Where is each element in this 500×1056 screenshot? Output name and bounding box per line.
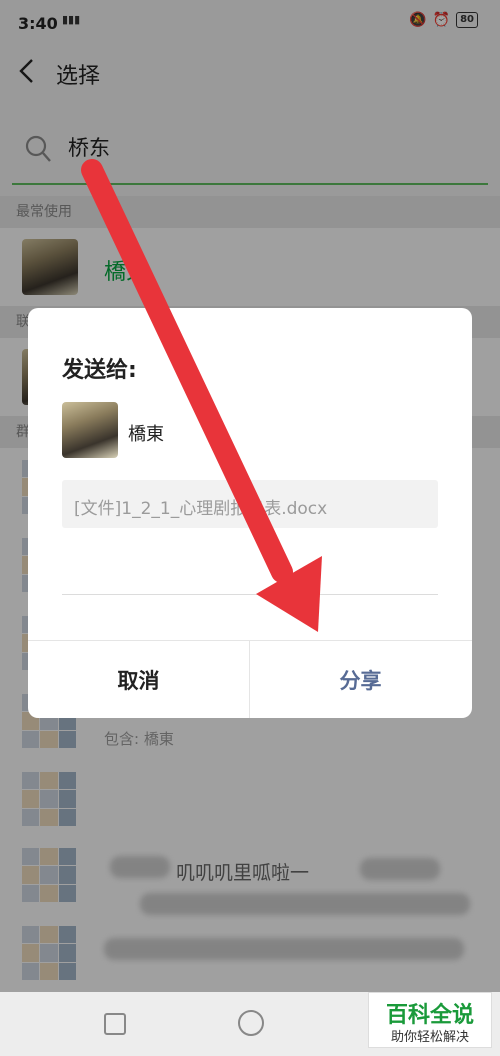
dialog-buttons: 取消 分享 bbox=[28, 640, 472, 718]
recipient-name: 橋東 bbox=[128, 424, 164, 445]
recipient-avatar bbox=[62, 402, 118, 458]
message-input-line[interactable] bbox=[62, 594, 438, 595]
home-icon[interactable] bbox=[238, 1010, 264, 1036]
dialog-title: 发送给: bbox=[62, 358, 137, 383]
cancel-button[interactable]: 取消 bbox=[28, 641, 249, 718]
watermark-logo: 百科全说 助你轻松解决 bbox=[368, 992, 492, 1048]
watermark-subtitle: 助你轻松解决 bbox=[390, 1030, 469, 1045]
file-label: [文件]1_2_1_心理剧报名表.docx bbox=[74, 499, 328, 519]
watermark-title: 百科全说 bbox=[385, 1003, 474, 1028]
recent-apps-icon[interactable] bbox=[104, 1013, 126, 1035]
send-dialog: 发送给: 橋東 [文件]1_2_1_心理剧报名表.docx 取消 分享 bbox=[28, 308, 472, 718]
share-button[interactable]: 分享 bbox=[250, 641, 471, 718]
file-preview: [文件]1_2_1_心理剧报名表.docx bbox=[62, 480, 438, 528]
